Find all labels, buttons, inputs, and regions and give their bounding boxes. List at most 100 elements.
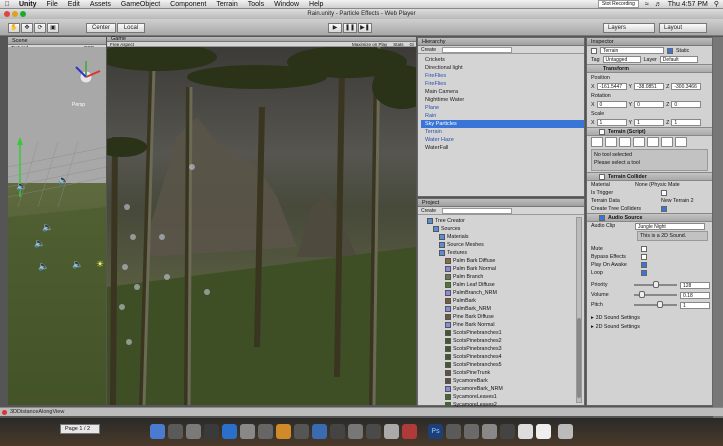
priority-slider-knob[interactable] bbox=[652, 281, 659, 288]
aspect-dropdown[interactable]: Free Aspect bbox=[110, 42, 134, 47]
dock-app-icon[interactable] bbox=[536, 424, 551, 439]
trash-icon[interactable] bbox=[558, 424, 573, 439]
menu-component[interactable]: Component bbox=[165, 1, 211, 8]
tab-project[interactable]: Project bbox=[418, 199, 584, 207]
audio-source-header[interactable]: Audio Source bbox=[587, 213, 712, 222]
priority-field[interactable]: 128 bbox=[680, 281, 710, 289]
layout-dropdown[interactable]: Layout bbox=[659, 23, 707, 33]
volume-slider[interactable] bbox=[634, 291, 677, 298]
menu-window[interactable]: Window bbox=[269, 1, 304, 8]
close-icon[interactable] bbox=[4, 11, 10, 17]
project-item[interactable]: ScotsPineTrunk bbox=[421, 369, 584, 377]
pitch-field[interactable]: 1 bbox=[680, 301, 710, 309]
spotlight-icon[interactable]: ⚲ bbox=[714, 0, 719, 8]
gizmos-button[interactable]: Gi bbox=[410, 42, 417, 47]
photoshop-icon[interactable]: Ps bbox=[428, 424, 443, 439]
minimize-icon[interactable] bbox=[12, 11, 18, 17]
hierarchy-item[interactable]: Terrain bbox=[421, 128, 584, 136]
hierarchy-item[interactable]: Main Camera bbox=[421, 88, 584, 96]
dock-app-icon[interactable] bbox=[384, 424, 399, 439]
scrollbar-thumb[interactable] bbox=[577, 318, 581, 398]
project-item[interactable]: ScotsPinebranches4 bbox=[421, 353, 584, 361]
hierarchy-item[interactable]: Directional light bbox=[421, 64, 584, 72]
static-checkbox[interactable] bbox=[667, 47, 673, 54]
dock-app-icon[interactable] bbox=[240, 424, 255, 439]
project-item[interactable]: Palm Branch bbox=[421, 273, 584, 281]
volume-field[interactable]: 0.18 bbox=[680, 291, 710, 299]
hierarchy-item[interactable]: Water Haze bbox=[421, 136, 584, 144]
rotate-tool-icon[interactable]: ⟳ bbox=[34, 23, 46, 33]
zoom-icon[interactable] bbox=[20, 11, 26, 17]
project-item[interactable]: SycamoreBark_NRM bbox=[421, 385, 584, 393]
hierarchy-search-input[interactable] bbox=[442, 47, 513, 53]
paint-details-icon[interactable] bbox=[661, 137, 673, 147]
hierarchy-create-button[interactable]: Create bbox=[421, 46, 436, 53]
page-indicator[interactable]: Page 1 / 2 bbox=[60, 424, 100, 434]
volume-slider-knob[interactable] bbox=[638, 291, 645, 298]
project-item[interactable]: Tree Creator bbox=[421, 217, 584, 225]
priority-slider[interactable] bbox=[634, 281, 677, 288]
layers-dropdown[interactable]: Layers bbox=[603, 23, 655, 33]
dock-app-icon[interactable] bbox=[500, 424, 515, 439]
light-gizmo-icon[interactable]: ☀ bbox=[96, 259, 104, 270]
bypass-checkbox[interactable] bbox=[641, 254, 647, 260]
dock-app-icon[interactable] bbox=[294, 424, 309, 439]
finder-icon[interactable] bbox=[150, 424, 165, 439]
scale-x-field[interactable]: 1 bbox=[596, 119, 627, 126]
hierarchy-item[interactable]: Plane bbox=[421, 104, 584, 112]
move-tool-icon[interactable]: ✥ bbox=[21, 23, 33, 33]
audio-enabled-checkbox[interactable] bbox=[599, 214, 605, 221]
play-on-awake-checkbox[interactable] bbox=[641, 262, 647, 268]
project-item[interactable]: ScotsPinebranches3 bbox=[421, 345, 584, 353]
project-item[interactable]: Pine Bark Normal bbox=[421, 321, 584, 329]
pivot-local-button[interactable]: Local bbox=[117, 23, 145, 33]
terrain-settings-icon[interactable] bbox=[675, 137, 687, 147]
maximize-on-play-button[interactable]: Maximize on Play bbox=[352, 42, 387, 47]
terrain-collider-header[interactable]: Terrain Collider bbox=[587, 172, 712, 181]
dock-app-icon[interactable] bbox=[312, 424, 327, 439]
position-z-field[interactable]: -300.3466 bbox=[671, 83, 702, 90]
project-item[interactable]: Sources bbox=[421, 225, 584, 233]
project-item[interactable]: SycamoreBark bbox=[421, 377, 584, 385]
dock-app-icon[interactable] bbox=[186, 424, 201, 439]
dock-app-icon[interactable] bbox=[366, 424, 381, 439]
pause-icon[interactable]: ❚❚ bbox=[343, 23, 357, 33]
recording-indicator[interactable]: Stot Recording bbox=[597, 0, 639, 8]
game-view[interactable] bbox=[107, 47, 416, 405]
project-item[interactable]: SycamoreLeaves1 bbox=[421, 393, 584, 401]
collider-enabled-checkbox[interactable] bbox=[599, 173, 605, 180]
2d-sound-foldout[interactable]: ▸ 2D Sound Settings bbox=[587, 322, 712, 331]
scale-z-field[interactable]: 1 bbox=[671, 119, 702, 126]
audio-gizmo-icon[interactable]: 🔈 bbox=[38, 261, 49, 272]
dock-app-icon[interactable] bbox=[482, 424, 497, 439]
safari-icon[interactable] bbox=[222, 424, 237, 439]
audio-gizmo-icon[interactable]: 🔈 bbox=[34, 238, 45, 249]
project-item[interactable]: Source Meshes bbox=[421, 241, 584, 249]
tab-inspector[interactable]: Inspector bbox=[587, 38, 712, 46]
project-item[interactable]: Palm Bark Normal bbox=[421, 265, 584, 273]
project-item[interactable]: Textures bbox=[421, 249, 584, 257]
active-checkbox[interactable] bbox=[591, 47, 597, 54]
rotation-y-field[interactable]: 0 bbox=[634, 101, 665, 108]
tree-colliders-checkbox[interactable] bbox=[661, 206, 667, 212]
menu-file[interactable]: File bbox=[42, 1, 63, 8]
hand-tool-icon[interactable]: ✋ bbox=[8, 23, 20, 33]
menu-tools[interactable]: Tools bbox=[243, 1, 269, 8]
dock-app-icon[interactable] bbox=[464, 424, 479, 439]
terrain-enabled-checkbox[interactable] bbox=[599, 128, 605, 135]
paint-height-icon[interactable] bbox=[605, 137, 617, 147]
dock-app-icon[interactable] bbox=[276, 424, 291, 439]
project-item[interactable]: PalmBark bbox=[421, 297, 584, 305]
hierarchy-item[interactable]: FireFlies bbox=[421, 72, 584, 80]
project-item[interactable]: Palm Leaf Diffuse bbox=[421, 281, 584, 289]
project-search-input[interactable] bbox=[442, 208, 513, 214]
scale-tool-icon[interactable]: ▣ bbox=[47, 23, 59, 33]
project-item[interactable]: Materials bbox=[421, 233, 584, 241]
tag-dropdown[interactable]: Untagged bbox=[602, 56, 641, 63]
position-x-field[interactable]: -161.5447 bbox=[596, 83, 627, 90]
scale-y-field[interactable]: 1 bbox=[634, 119, 665, 126]
hierarchy-item[interactable]: Nighttime Water bbox=[421, 96, 584, 104]
tab-hierarchy[interactable]: Hierarchy bbox=[418, 38, 584, 46]
hierarchy-item[interactable]: Rain bbox=[421, 112, 584, 120]
audio-gizmo-icon[interactable]: 🔈 bbox=[16, 181, 27, 192]
